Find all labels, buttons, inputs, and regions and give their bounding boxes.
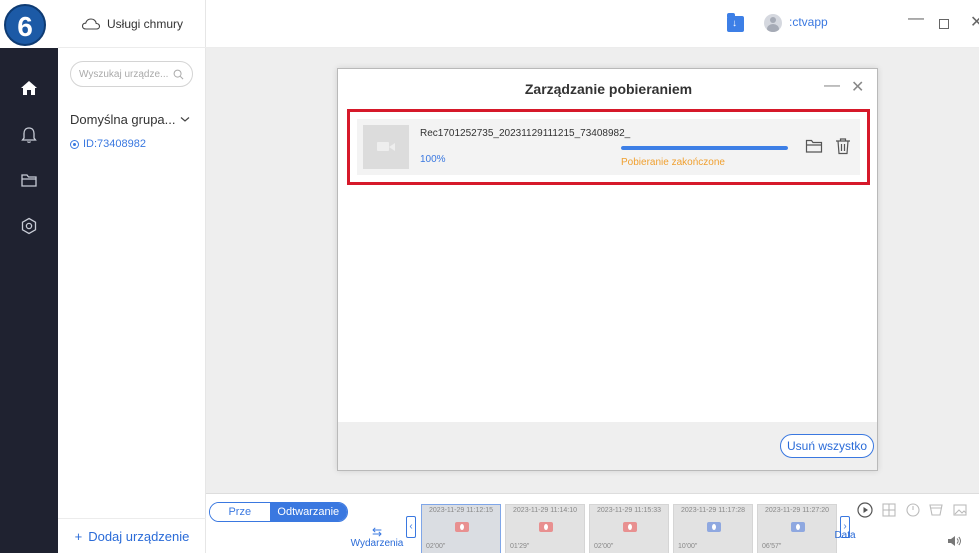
events-button[interactable]: ⇆ Wydarzenia: [349, 526, 405, 549]
mode-switch: Prze Odtwarzanie: [209, 502, 348, 522]
clip-duration: 10'00": [678, 543, 698, 550]
download-item-highlight: Rec1701252735_20231129111215_73408982_ 1…: [347, 109, 870, 185]
progress-bar-fill: [621, 146, 788, 150]
file-name: Rec1701252735_20231129111215_73408982_: [420, 128, 631, 139]
clip-duration: 02'00": [426, 543, 446, 550]
chevron-down-icon: [180, 117, 189, 122]
settings-hex-icon[interactable]: [19, 216, 39, 236]
clip-thumbnail[interactable]: 2023-11-29 11:17:28 10'00": [673, 504, 753, 553]
swap-arrows-icon: ⇆: [371, 525, 383, 539]
clip-time: 2023-11-29 11:17:28: [681, 507, 745, 514]
clip-time: 2023-11-29 11:14:10: [513, 507, 577, 514]
record-icon: [455, 522, 469, 532]
step-badge: 6: [4, 4, 46, 46]
clip-time: 2023-11-29 11:12:15: [429, 507, 493, 514]
window-maximize-button[interactable]: [939, 19, 949, 29]
dialog-title: Zarządzanie pobieraniem: [524, 81, 693, 97]
add-device-label: Dodaj urządzenie: [88, 528, 190, 544]
download-percent: 100%: [420, 154, 446, 165]
device-search-input[interactable]: Wyszukaj urządze...: [70, 61, 193, 87]
download-arrow-glyph: ↓: [732, 18, 737, 29]
volume-icon[interactable]: [946, 534, 962, 548]
timeline-prev-button[interactable]: ‹: [406, 516, 416, 538]
open-folder-icon[interactable]: [805, 138, 823, 154]
clip-time: 2023-11-29 11:15:33: [597, 507, 661, 514]
motion-icon: [707, 522, 721, 532]
clip-thumbnail[interactable]: 2023-11-29 11:14:10 01'29": [505, 504, 585, 553]
dialog-minimize-button[interactable]: —: [824, 77, 840, 95]
clip-thumbnail[interactable]: 2023-11-29 11:15:33 02'00": [589, 504, 669, 553]
search-placeholder: Wyszukaj urządze...: [79, 68, 169, 80]
download-folder-icon[interactable]: ↓: [727, 13, 744, 32]
download-item: Rec1701252735_20231129111215_73408982_ 1…: [357, 119, 860, 175]
clip-duration: 02'00": [594, 543, 614, 550]
device-group[interactable]: Domyślna grupa...: [70, 112, 190, 127]
device-radio-icon: [70, 139, 79, 149]
clip-thumbnail[interactable]: 2023-11-29 11:12:15 02'00": [421, 504, 501, 553]
progress-bar: [621, 146, 788, 150]
cloud-services-button[interactable]: Usługi chmury: [58, 0, 206, 48]
title-bar: ↓ :ctvapp — ✕: [206, 0, 979, 48]
group-name-label: Domyślna grupa...: [70, 112, 176, 127]
main-nav: 6: [0, 0, 58, 553]
avatar[interactable]: [764, 14, 782, 32]
tab-playback[interactable]: Odtwarzanie: [269, 503, 347, 521]
bell-icon[interactable]: [19, 125, 39, 145]
grid-icon[interactable]: [881, 502, 897, 518]
tab-preview[interactable]: Prze: [210, 503, 270, 521]
plus-icon: +: [74, 528, 83, 544]
cup-icon[interactable]: [928, 502, 944, 518]
device-id-label: ID:73408982: [83, 138, 146, 150]
delete-trash-icon[interactable]: [834, 137, 852, 155]
events-label: Wydarzenia: [350, 538, 404, 549]
cloud-services-label: Usługi chmury: [106, 16, 184, 31]
dialog-footer: Usuń wszystko: [338, 422, 877, 470]
record-icon: [539, 522, 553, 532]
home-icon[interactable]: [19, 78, 39, 98]
folder-icon[interactable]: [19, 170, 39, 190]
record-icon: [623, 522, 637, 532]
speed-icon[interactable]: [905, 502, 921, 518]
window-close-button[interactable]: ✕: [970, 12, 979, 32]
download-manager-dialog: Zarządzanie pobieraniem — ✕ Rec170125273…: [337, 68, 878, 471]
image-icon[interactable]: [952, 502, 968, 518]
playback-bar: Prze Odtwarzanie ⇆ Wydarzenia ‹ 2023-11-…: [206, 493, 979, 553]
device-item[interactable]: ID:73408982: [70, 138, 146, 150]
cloud-icon: [81, 17, 101, 30]
clip-duration: 06'57": [762, 543, 782, 550]
dialog-close-button[interactable]: ✕: [851, 77, 864, 97]
window-minimize-button[interactable]: —: [908, 10, 924, 28]
search-icon: [173, 69, 184, 79]
clear-all-button[interactable]: Usuń wszystko: [780, 434, 875, 458]
clip-duration: 01'29": [510, 543, 530, 550]
date-button[interactable]: Data: [830, 530, 860, 541]
download-status: Pobieranie zakończone: [621, 157, 725, 168]
add-device-button[interactable]: + Dodaj urządzenie: [58, 518, 206, 553]
username[interactable]: :ctvapp: [789, 15, 828, 29]
clip-thumbnail[interactable]: 2023-11-29 11:27:20 06'57": [757, 504, 837, 553]
motion-icon: [791, 522, 805, 532]
video-thumbnail-icon: [363, 125, 409, 169]
device-panel: Usługi chmury Wyszukaj urządze... Domyśl…: [58, 0, 206, 553]
play-icon[interactable]: [857, 502, 873, 518]
clip-time: 2023-11-29 11:27:20: [765, 507, 829, 514]
